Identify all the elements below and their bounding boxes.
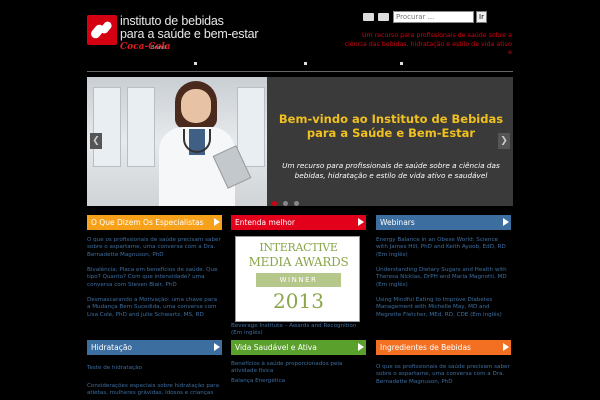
nav-item[interactable]: [400, 62, 403, 65]
main-nav: [87, 62, 513, 72]
previous-slide-arrow-icon[interactable]: ❮: [90, 133, 102, 149]
hero-slider: Bem-vindo ao Instituto de Bebidas para a…: [87, 77, 513, 206]
award-year: 2013: [273, 289, 324, 313]
arrow-right-icon: [214, 343, 220, 351]
list-item[interactable]: Bivalência: Placa em benefícios de saúde…: [87, 267, 222, 289]
award-caption[interactable]: Beverage Institute – Awards and Recognit…: [231, 323, 366, 338]
award-line-1: INTERACTIVE: [259, 241, 338, 254]
mail-icon[interactable]: [363, 13, 374, 21]
column-heading-label: Webinars: [380, 218, 415, 227]
brand-country: Brasil: [151, 45, 167, 51]
column-heading-label: O Que Dizem Os Especialistas: [91, 218, 204, 227]
logo-mark[interactable]: [87, 15, 117, 45]
column-heading[interactable]: Vida Saudável e Ativa: [231, 340, 366, 355]
award-line-2: MEDIA AWARDS: [248, 255, 349, 269]
search-button[interactable]: Ir: [476, 11, 487, 23]
column-heading[interactable]: Ingredientes de Bebidas: [376, 340, 511, 355]
nav-item[interactable]: [304, 62, 307, 65]
list-item[interactable]: Teste de hidratação: [87, 365, 222, 372]
arrow-right-icon: [214, 218, 220, 226]
column-heading-label: Entenda melhor: [235, 218, 295, 227]
header-tagline: Um recurso para profissionais de saúde s…: [344, 32, 512, 56]
list-item[interactable]: Energy Balance in an Obese World: Scienc…: [376, 237, 511, 259]
list-item[interactable]: Understanding Dietary Sugars and Health …: [376, 267, 511, 289]
list-item[interactable]: Balança Energética: [231, 378, 366, 385]
interactive-media-awards-badge[interactable]: INTERACTIVE MEDIA AWARDS WINNER 2013: [235, 236, 360, 322]
column-heading[interactable]: O Que Dizem Os Especialistas: [87, 215, 222, 230]
next-slide-arrow-icon[interactable]: ❯: [498, 133, 510, 149]
logo-text[interactable]: instituto de bebidas para a saúde e bem-…: [120, 15, 259, 41]
list-item[interactable]: Desmascarando a Motivação: uma chave par…: [87, 297, 222, 319]
logo-line-2: para a saúde e bem-estar: [120, 27, 259, 41]
arrow-right-icon: [358, 218, 364, 226]
slide-dot[interactable]: [272, 201, 277, 206]
search-input[interactable]: [393, 11, 474, 23]
list-item[interactable]: Benefícios à saúde proporcionados pela a…: [231, 361, 366, 376]
arrow-right-icon: [503, 343, 509, 351]
slide-title: Bem-vindo ao Instituto de Bebidas para a…: [278, 112, 504, 140]
slide-caption: Bem-vindo ao Instituto de Bebidas para a…: [267, 77, 513, 206]
doctor-photo: [87, 77, 267, 206]
nav-item[interactable]: [194, 62, 197, 65]
column-heading[interactable]: Webinars: [376, 215, 511, 230]
list-item[interactable]: Considerações especiais sobre hidratação…: [87, 383, 222, 398]
list-item[interactable]: Using Mindful Eating to Improve Diabetes…: [376, 297, 511, 319]
column-heading[interactable]: Hidratação: [87, 340, 222, 355]
column-heading-label: Vida Saudável e Ativa: [235, 343, 317, 352]
award-winner-band: WINNER: [256, 273, 341, 287]
slide-dot[interactable]: [283, 201, 288, 206]
column-heading-label: Hidratação: [91, 343, 133, 352]
column-heading-label: Ingredientes de Bebidas: [380, 343, 471, 352]
arrow-right-icon: [503, 218, 509, 226]
column-heading[interactable]: Entenda melhor: [231, 215, 366, 230]
print-icon[interactable]: [378, 13, 389, 21]
list-item[interactable]: O que os profissionais de saúde precisam…: [376, 364, 511, 386]
slide-text: Um recurso para profissionais de saúde s…: [282, 161, 500, 180]
slide-dot[interactable]: [294, 201, 299, 206]
list-item[interactable]: O que os profissionais de saúde precisam…: [87, 237, 222, 259]
arrow-right-icon: [358, 343, 364, 351]
